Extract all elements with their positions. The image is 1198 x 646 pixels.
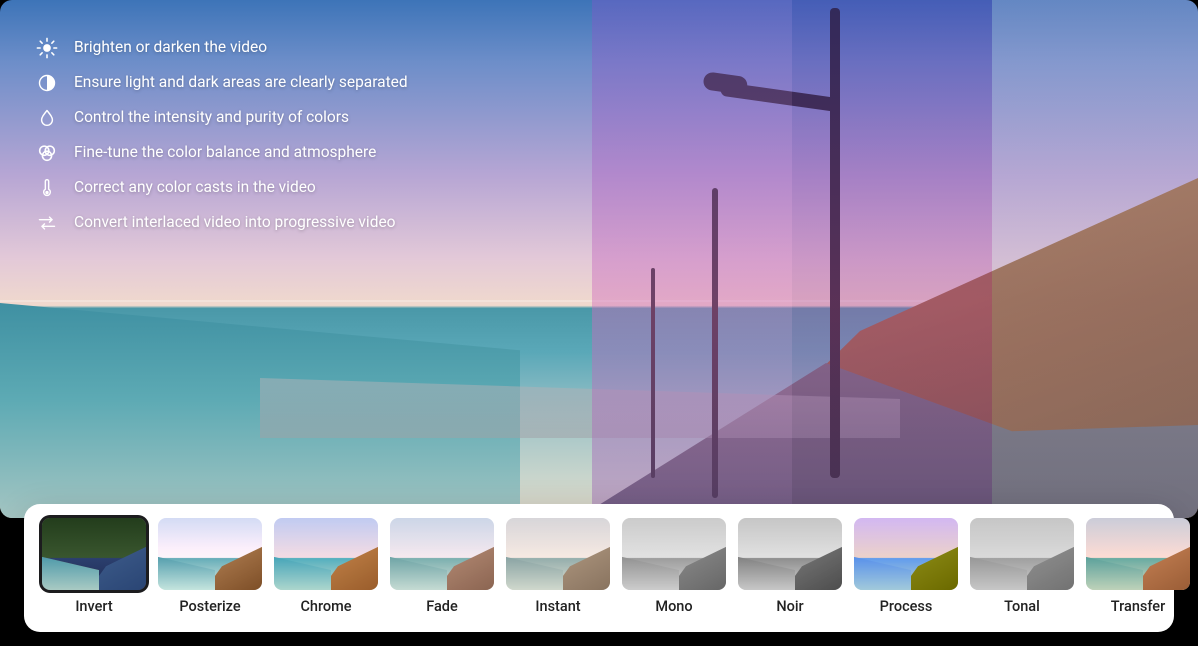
filter-label: Posterize [179,598,240,615]
contrast-icon [36,72,58,94]
filter-thumb [390,518,494,590]
filter-thumb [274,518,378,590]
color-balance-icon [36,142,58,164]
feature-label: Brighten or darken the video [74,40,267,56]
filter-strip: Invert Posterize Chrome Fade Instant Mono Noir… [24,504,1174,632]
feature-label: Convert interlaced video into progressiv… [74,215,396,231]
filter-label: Transfer [1111,598,1165,615]
brightness-icon [36,37,58,59]
filter-fade[interactable]: Fade [390,518,494,622]
filter-label: Mono [655,598,692,615]
feature-color-balance: Fine-tune the color balance and atmosphe… [36,135,408,170]
feature-list: Brighten or darken the video Ensure ligh… [36,30,408,240]
filter-thumb [854,518,958,590]
feature-temperature: Correct any color casts in the video [36,170,408,205]
filter-transfer[interactable]: Transfer [1086,518,1190,622]
filter-noir[interactable]: Noir [738,518,842,622]
filter-instant[interactable]: Instant [506,518,610,622]
filter-label: Chrome [300,598,351,615]
video-preview: Brighten or darken the video Ensure ligh… [0,0,1198,518]
filter-invert[interactable]: Invert [42,518,146,622]
filter-label: Tonal [1004,598,1040,615]
feature-deinterlace: Convert interlaced video into progressiv… [36,205,408,240]
filter-tonal[interactable]: Tonal [970,518,1074,622]
filter-thumb [622,518,726,590]
thermometer-icon [36,177,58,199]
droplet-icon [36,107,58,129]
feature-label: Ensure light and dark areas are clearly … [74,75,408,91]
feature-label: Correct any color casts in the video [74,180,316,196]
feature-label: Fine-tune the color balance and atmosphe… [74,145,376,161]
filter-thumb [42,518,146,590]
filter-label: Invert [75,598,112,615]
filter-process[interactable]: Process [854,518,958,622]
filter-label: Noir [776,598,803,615]
convert-icon [36,212,58,234]
feature-contrast: Ensure light and dark areas are clearly … [36,65,408,100]
filter-label: Fade [426,598,458,615]
filter-thumb [506,518,610,590]
filter-label: Instant [535,598,580,615]
feature-label: Control the intensity and purity of colo… [74,110,349,126]
filter-mono[interactable]: Mono [622,518,726,622]
feature-saturation: Control the intensity and purity of colo… [36,100,408,135]
filter-thumb [738,518,842,590]
filter-thumb [1086,518,1190,590]
filter-label: Process [880,598,933,615]
filter-thumb [158,518,262,590]
filter-posterize[interactable]: Posterize [158,518,262,622]
feature-brightness: Brighten or darken the video [36,30,408,65]
filter-thumb [970,518,1074,590]
filter-chrome[interactable]: Chrome [274,518,378,622]
